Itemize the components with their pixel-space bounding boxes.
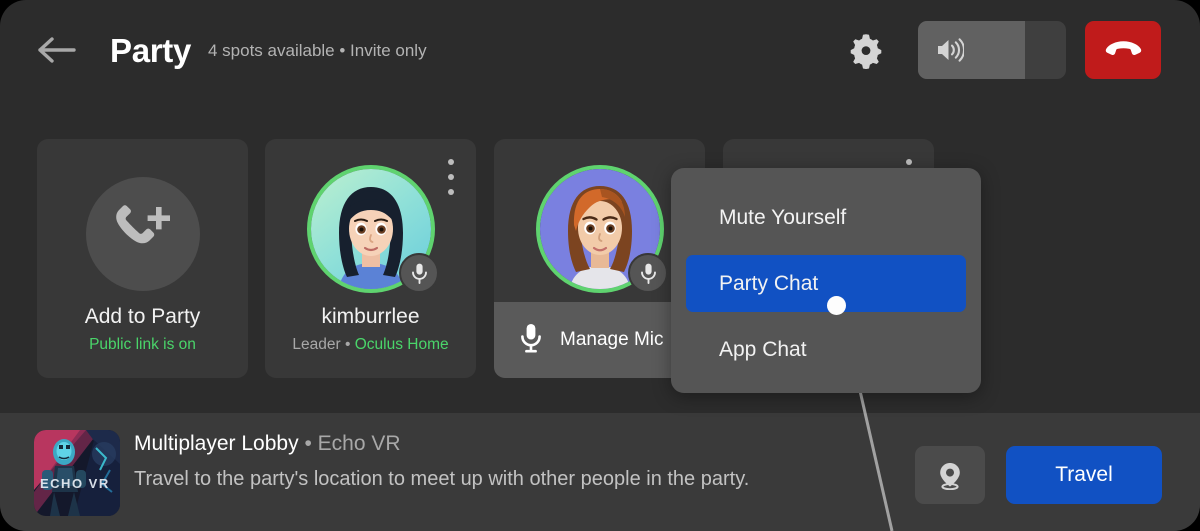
menu-item-app-chat[interactable]: App Chat <box>686 321 966 378</box>
chat-mode-dropdown: Mute Yourself Party Chat App Chat <box>671 168 981 393</box>
destination-name: Multiplayer Lobby <box>134 432 299 455</box>
phone-hangup-icon <box>1105 39 1142 61</box>
microphone-icon <box>627 253 668 293</box>
member-role-location: Leader • Oculus Home <box>265 336 476 354</box>
party-status-subtitle: 4 spots available • Invite only <box>208 41 427 60</box>
page-title: Party <box>110 32 192 69</box>
add-to-party-card[interactable]: Add to Party Public link is on <box>37 139 248 378</box>
destination-title: Multiplayer Lobby • Echo VR <box>134 432 401 456</box>
location-pin-icon <box>940 463 960 490</box>
gear-icon[interactable] <box>847 31 885 70</box>
vr-pointer-dot <box>827 296 846 315</box>
microphone-icon <box>520 323 542 358</box>
back-arrow-icon[interactable] <box>34 30 78 70</box>
public-link-status: Public link is on <box>89 336 196 353</box>
echo-vr-cover-art: ECHO VR <box>34 430 120 516</box>
party-member-card[interactable]: kimburrlee Leader • Oculus Home <box>265 139 476 378</box>
menu-item-mute-yourself[interactable]: Mute Yourself <box>686 189 966 246</box>
member-role: Leader <box>292 336 341 353</box>
volume-slider[interactable] <box>918 21 1066 79</box>
menu-item-label: Party Chat <box>719 271 819 295</box>
locate-button[interactable] <box>915 446 985 504</box>
member-username: kimburrlee <box>321 305 420 328</box>
travel-button-label: Travel <box>1055 463 1113 486</box>
destination-app: Echo VR <box>317 432 401 455</box>
hangup-button[interactable] <box>1085 21 1161 79</box>
speaker-volume-icon <box>936 37 966 63</box>
menu-item-party-chat[interactable]: Party Chat <box>686 255 966 312</box>
header-bar: Party 4 spots available • Invite only <box>0 0 1200 100</box>
menu-item-label: Mute Yourself <box>719 205 847 229</box>
microphone-icon <box>398 253 439 293</box>
avatar <box>306 165 439 293</box>
add-to-party-label: Add to Party <box>84 305 201 328</box>
add-to-party-circle <box>85 177 200 291</box>
party-panel: Party 4 spots available • Invite only Ad… <box>0 0 1200 531</box>
svg-text:ECHO VR: ECHO VR <box>40 476 110 491</box>
menu-item-label: App Chat <box>719 337 807 361</box>
travel-button[interactable]: Travel <box>1006 446 1162 504</box>
volume-slider-fill <box>918 21 1025 79</box>
member-location: Oculus Home <box>354 336 449 353</box>
separator: • <box>344 336 351 353</box>
manage-mic-label: Manage Mic <box>560 329 664 350</box>
phone-add-icon <box>115 205 170 244</box>
kebab-menu-icon[interactable] <box>448 159 454 204</box>
avatar <box>535 165 668 293</box>
separator: • <box>304 432 312 455</box>
destination-description: Travel to the party's location to meet u… <box>134 468 750 490</box>
